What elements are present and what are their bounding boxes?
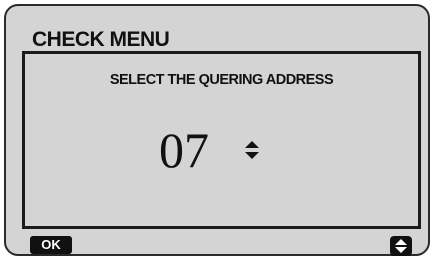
query-prompt: SELECT THE QUERING ADDRESS — [109, 72, 334, 88]
softkey-bar: OK — [22, 236, 412, 256]
menu-title: CHECK MENU — [32, 28, 170, 51]
address-selector[interactable]: 07 — [25, 120, 418, 180]
up-down-arrows-icon[interactable] — [243, 140, 261, 160]
up-down-arrows-icon — [395, 239, 407, 253]
address-value[interactable]: 07 — [159, 120, 209, 180]
ok-button[interactable]: OK — [30, 236, 72, 254]
scroll-button[interactable] — [390, 236, 412, 256]
query-panel: SELECT THE QUERING ADDRESS 07 — [22, 51, 421, 229]
lcd-screen: CHECK MENU SELECT THE QUERING ADDRESS 07… — [4, 4, 430, 256]
